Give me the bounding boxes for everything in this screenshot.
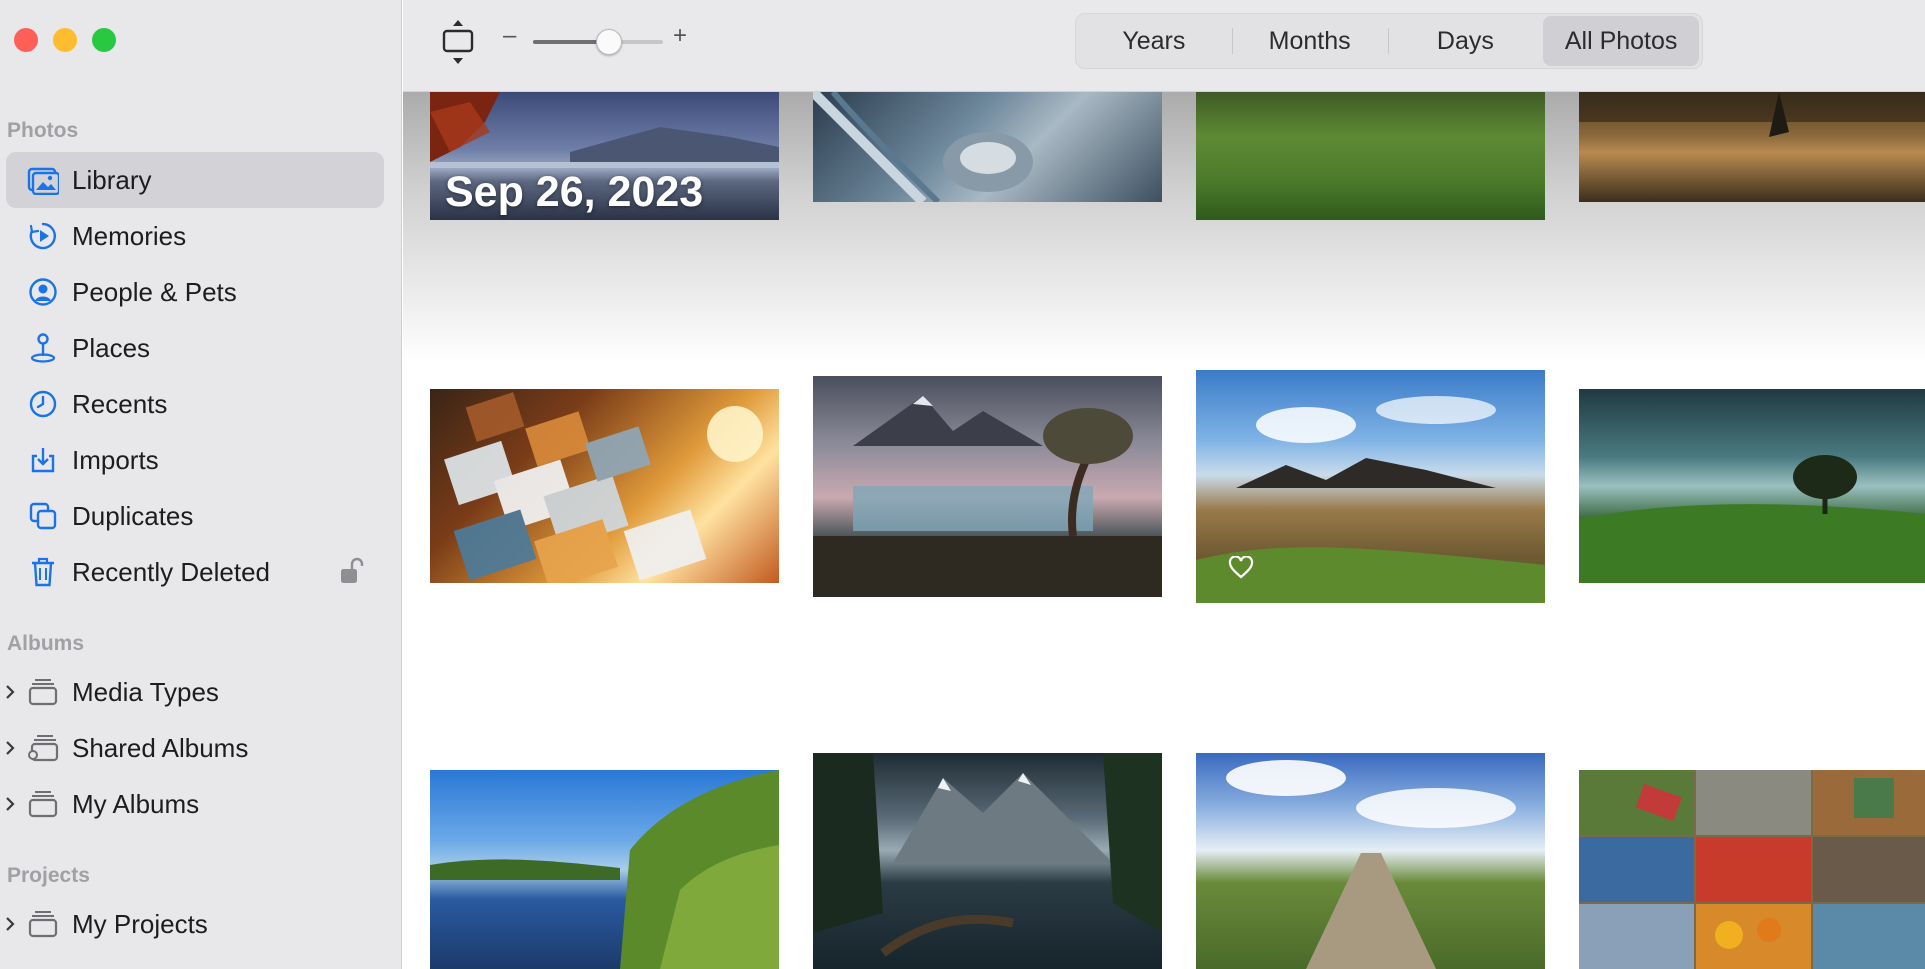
tab-all-photos[interactable]: All Photos (1543, 16, 1699, 66)
sidebar-item-recently-deleted[interactable]: Recently Deleted (0, 544, 386, 600)
duplicates-icon (26, 499, 60, 533)
window-controls (14, 28, 116, 52)
photo-grid: Sep 26, 2023 (403, 0, 1925, 969)
toolbar: – + Years Months Days All Photos (403, 0, 1925, 92)
section-title-albums: Albums (7, 632, 85, 655)
people-icon (26, 275, 60, 309)
tab-months[interactable]: Months (1231, 16, 1388, 66)
sidebar-item-label: People & Pets (72, 276, 237, 307)
sidebar-item-label: My Albums (72, 788, 200, 819)
sidebar-item-duplicates[interactable]: Duplicates (0, 488, 386, 544)
sidebar-item-recents[interactable]: Recents (0, 376, 386, 432)
shared-album-icon (26, 731, 60, 765)
photo-thumbnail[interactable] (1196, 92, 1545, 220)
sidebar-item-label: Library (72, 164, 152, 195)
heart-icon[interactable] (1228, 555, 1254, 585)
close-window-button[interactable] (14, 28, 38, 52)
chevron-right-icon[interactable] (4, 675, 18, 709)
tab-years[interactable]: Years (1076, 16, 1232, 66)
tab-days[interactable]: Days (1387, 16, 1544, 66)
photo-thumbnail[interactable] (430, 389, 779, 583)
sidebar-item-media-types[interactable]: Media Types (0, 664, 386, 720)
sidebar-item-library[interactable]: Library (6, 152, 384, 208)
zoom-window-button[interactable] (92, 28, 116, 52)
zoom-out-button[interactable]: – (503, 22, 516, 50)
sidebar-item-label: Recently Deleted (72, 556, 270, 587)
sidebar-item-memories[interactable]: Memories (0, 208, 386, 264)
view-segmented-control: Years Months Days All Photos (1075, 13, 1703, 69)
sidebar-item-label: Places (72, 332, 151, 363)
album-stack-icon (26, 787, 60, 821)
zoom-in-button[interactable]: + (673, 22, 687, 50)
photo-thumbnail[interactable] (1579, 92, 1925, 202)
zoom-slider-knob[interactable] (596, 29, 623, 55)
sidebar-item-label: Media Types (72, 676, 219, 707)
sidebar-item-people-pets[interactable]: People & Pets (0, 264, 386, 320)
section-title-photos: Photos (7, 119, 79, 142)
chevron-right-icon[interactable] (4, 731, 18, 765)
sidebar-item-label: Shared Albums (72, 732, 249, 763)
sidebar-item-label: My Projects (72, 908, 208, 939)
sidebar-item-label: Memories (72, 220, 187, 251)
sidebar-item-places[interactable]: Places (0, 320, 386, 376)
sidebar-item-shared-albums[interactable]: Shared Albums (0, 720, 386, 776)
memories-icon (26, 219, 60, 253)
album-stack-icon (26, 675, 60, 709)
chevron-right-icon[interactable] (4, 907, 18, 941)
chevron-right-icon[interactable] (4, 787, 18, 821)
photo-thumbnail[interactable] (1579, 770, 1925, 969)
photo-thumbnail[interactable] (430, 770, 779, 969)
zoom-slider[interactable] (533, 29, 663, 55)
section-title-projects: Projects (7, 864, 90, 887)
sidebar-item-imports[interactable]: Imports (0, 432, 386, 488)
trash-icon (26, 555, 60, 589)
clock-icon (26, 387, 60, 421)
places-icon (26, 331, 60, 365)
sidebar: Photos Library Memories People & Pets Pl… (0, 0, 402, 969)
album-stack-icon (26, 907, 60, 941)
sidebar-item-my-albums[interactable]: My Albums (0, 776, 386, 832)
date-header: Sep 26, 2023 (445, 168, 704, 216)
sidebar-item-label: Duplicates (72, 500, 194, 531)
photo-thumbnail[interactable] (1196, 753, 1545, 969)
aspect-toggle-icon[interactable] (441, 18, 475, 66)
library-icon (26, 163, 60, 197)
sidebar-item-my-projects[interactable]: My Projects (0, 896, 386, 952)
photo-thumbnail[interactable] (813, 376, 1162, 597)
photo-thumbnail[interactable] (1579, 389, 1925, 583)
sidebar-item-label: Recents (72, 388, 168, 419)
lock-icon[interactable] (338, 556, 366, 593)
sidebar-item-label: Imports (72, 444, 159, 475)
photo-thumbnail[interactable] (813, 753, 1162, 969)
import-icon (26, 443, 60, 477)
photo-thumbnail[interactable] (813, 92, 1162, 202)
minimize-window-button[interactable] (53, 28, 77, 52)
